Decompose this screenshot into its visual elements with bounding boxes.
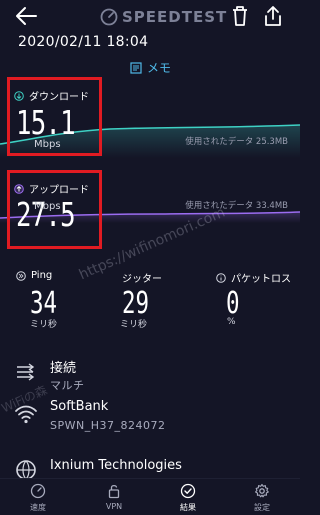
connection-arrows-icon	[17, 363, 35, 381]
nav-tab-speed[interactable]: 速度	[8, 483, 68, 513]
packet-loss-label: パケットロス	[216, 270, 291, 285]
speedometer-icon	[30, 483, 46, 499]
nav-tab-vpn[interactable]: VPN	[84, 483, 144, 511]
result-datetime: 2020/02/11 18:04	[18, 34, 149, 50]
speedtest-logo: SPEEDTEST	[100, 7, 227, 27]
info-icon	[216, 272, 226, 283]
ping-label-text: Ping	[31, 270, 53, 281]
packet-loss-unit: %	[227, 317, 236, 327]
gear-icon	[255, 483, 269, 498]
download-data-used: 使用されたデータ 25.3MB	[185, 137, 288, 147]
download-highlight-box	[7, 77, 102, 156]
nav-results-label: 結果	[180, 503, 196, 512]
bottom-navigation: 速度 VPN 結果 設定	[0, 478, 300, 515]
share-icon[interactable]	[262, 4, 284, 28]
memo-button[interactable]: メモ	[130, 59, 171, 76]
top-bar: SPEEDTEST	[0, 0, 300, 34]
connection-title: 接続	[50, 361, 77, 376]
nav-tab-settings[interactable]: 設定	[232, 483, 292, 513]
ping-label: Ping	[16, 270, 52, 281]
jitter-unit: ミリ秒	[120, 320, 148, 330]
carrier-detail: SPWN_H37_824072	[50, 419, 166, 432]
jitter-value: 29	[122, 286, 150, 321]
wifi-icon	[15, 405, 37, 424]
checkmark-circle-icon	[180, 483, 196, 499]
carrier-name: SoftBank	[50, 399, 109, 414]
memo-icon	[130, 61, 142, 74]
nav-tab-results[interactable]: 結果	[158, 483, 218, 513]
connection-row: 接続 マルチ	[0, 355, 300, 395]
upload-data-used: 使用されたデータ 33.4MB	[185, 201, 288, 211]
packet-loss-value: 0	[226, 286, 240, 321]
nav-settings-label: 設定	[254, 503, 270, 512]
back-arrow-icon[interactable]	[12, 4, 40, 28]
speedometer-icon	[100, 8, 118, 26]
nav-speed-label: 速度	[30, 503, 46, 512]
jitter-label-text: ジッター	[122, 274, 162, 285]
ping-value: 34	[30, 286, 58, 321]
ping-unit: ミリ秒	[30, 320, 58, 330]
carrier-row: SoftBank SPWN_H37_824072	[0, 398, 300, 438]
upload-highlight-box	[7, 170, 102, 249]
unlock-icon	[108, 484, 120, 499]
jitter-label: ジッター	[122, 270, 162, 285]
packet-loss-label-text: パケットロス	[231, 274, 291, 285]
memo-label: メモ	[147, 61, 172, 75]
connection-type: マルチ	[50, 379, 85, 392]
server-name: Ixnium Technologies	[50, 458, 182, 473]
app-name: SPEEDTEST	[122, 8, 228, 26]
nav-vpn-label: VPN	[105, 502, 123, 511]
ping-icon	[16, 270, 26, 281]
trash-icon[interactable]	[229, 4, 251, 28]
